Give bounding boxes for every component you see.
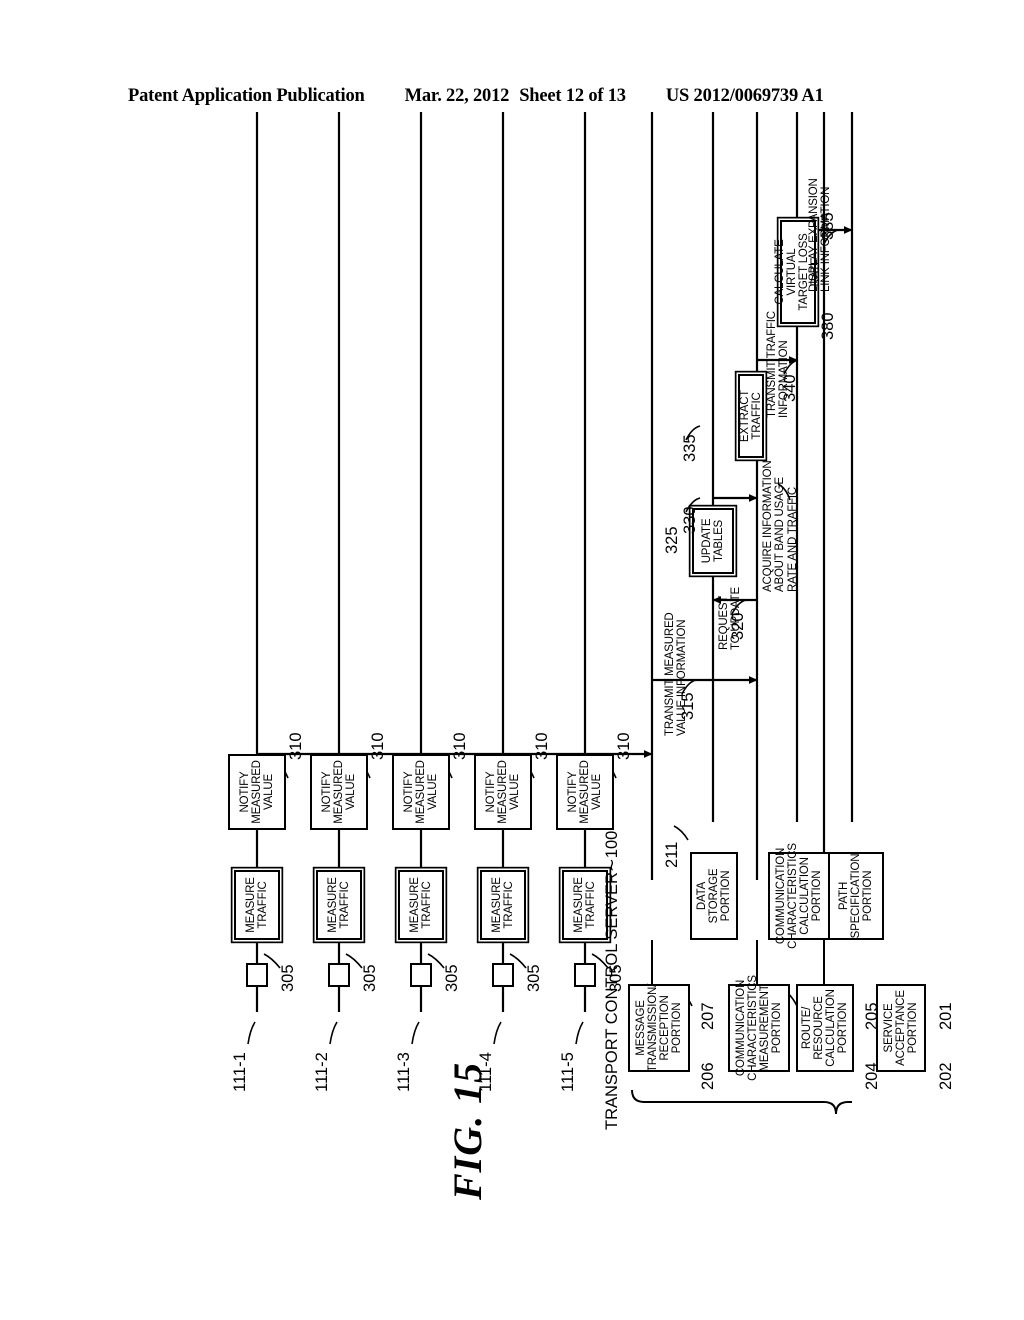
measure-traffic-box-111-1: MEASURE TRAFFIC: [234, 870, 280, 940]
node-id-111-2: 111-2: [313, 1052, 331, 1092]
patent-figure-page: Patent Application Publication Mar. 22, …: [0, 0, 1024, 1320]
component-ref-202: 202: [937, 1062, 955, 1090]
component-ref-211: 211: [663, 841, 681, 868]
notify-measured-value-box-111-4: NOTIFY MEASURED VALUE: [474, 754, 532, 830]
node-notify-ref-111-1: 310: [287, 732, 305, 760]
notify-measured-value-box-111-2: NOTIFY MEASURED VALUE: [310, 754, 368, 830]
node-measure-ref-111-3: 305: [443, 964, 461, 992]
message-ref-340: 340: [781, 374, 799, 402]
measure-traffic-box-111-4: MEASURE TRAFFIC: [480, 870, 526, 940]
node-glyph-111-3: [410, 963, 432, 987]
message-ref-330: 330: [681, 506, 699, 534]
message-ref-320: 320: [729, 612, 747, 640]
node-glyph-111-5: [574, 963, 596, 987]
node-measure-ref-111-2: 305: [361, 964, 379, 992]
component-box-route-resource-calculation: ROUTE/ RESOURCE CALCULATION PORTION: [796, 984, 854, 1072]
message-label-330: ACQUIRE INFORMATION ABOUT BAND USAGE RAT…: [762, 460, 799, 592]
node-glyph-111-4: [492, 963, 514, 987]
server-group-ref: 100: [603, 830, 621, 859]
notify-measured-value-box-111-5: NOTIFY MEASURED VALUE: [556, 754, 614, 830]
measure-traffic-box-111-3: MEASURE TRAFFIC: [398, 870, 444, 940]
figure-area: FIG. 15 TRANSPORT CONTROL SERVER∼100 111…: [0, 0, 1024, 1320]
component-ref-205: 205: [863, 1002, 881, 1030]
component-ref-206: 206: [699, 1062, 717, 1090]
node-id-111-3: 111-3: [395, 1052, 413, 1092]
notify-measured-value-box-111-1: NOTIFY MEASURED VALUE: [228, 754, 286, 830]
component-box-path-specification: PATH SPECIFICATION PORTION: [828, 852, 884, 940]
node-id-111-4: 111-4: [477, 1052, 495, 1092]
action-ref-325: 325: [663, 526, 681, 554]
node-notify-ref-111-2: 310: [369, 732, 387, 760]
node-glyph-111-2: [328, 963, 350, 987]
component-box-message-transmission-reception: MESSAGE TRANSMISSION/ RECEPTION PORTION: [628, 984, 690, 1072]
node-measure-ref-111-4: 305: [525, 964, 543, 992]
measure-traffic-box-111-2: MEASURE TRAFFIC: [316, 870, 362, 940]
node-id-111-5: 111-5: [559, 1052, 577, 1092]
node-measure-ref-111-5: 305: [607, 964, 625, 992]
component-box-comm-char-calculation: COMMUNICATION CHARACTERISTICS CALCULATIO…: [768, 843, 830, 949]
action-box-extract-traffic: EXTRACT TRAFFIC: [738, 374, 764, 458]
node-measure-ref-111-1: 305: [279, 964, 297, 992]
message-ref-385: 385: [819, 212, 837, 240]
notify-measured-value-box-111-3: NOTIFY MEASURED VALUE: [392, 754, 450, 830]
action-ref-335: 335: [681, 434, 699, 462]
message-ref-315: 315: [679, 692, 697, 720]
component-ref-204: 204: [863, 1062, 881, 1090]
node-notify-ref-111-5: 310: [615, 732, 633, 760]
component-box-data-storage: DATA STORAGE PORTION: [690, 852, 738, 940]
sequence-diagram: FIG. 15 TRANSPORT CONTROL SERVER∼100 111…: [152, 80, 955, 1240]
component-box-service-acceptance: SERVICE ACCEPTANCE PORTION: [876, 984, 926, 1072]
server-group-name: TRANSPORT CONTROL SERVER: [603, 872, 621, 1130]
measure-traffic-box-111-5: MEASURE TRAFFIC: [562, 870, 608, 940]
component-ref-201: 201: [937, 1002, 955, 1030]
node-notify-ref-111-3: 310: [451, 732, 469, 760]
component-ref-207: 207: [699, 1002, 717, 1030]
node-notify-ref-111-4: 310: [533, 732, 551, 760]
component-box-comm-char-measurement: COMMUNICATION CHARACTERISTICS MEASUREMEN…: [728, 975, 790, 1081]
action-ref-380: 380: [819, 312, 837, 340]
node-id-111-1: 111-1: [231, 1052, 249, 1092]
node-glyph-111-1: [246, 963, 268, 987]
